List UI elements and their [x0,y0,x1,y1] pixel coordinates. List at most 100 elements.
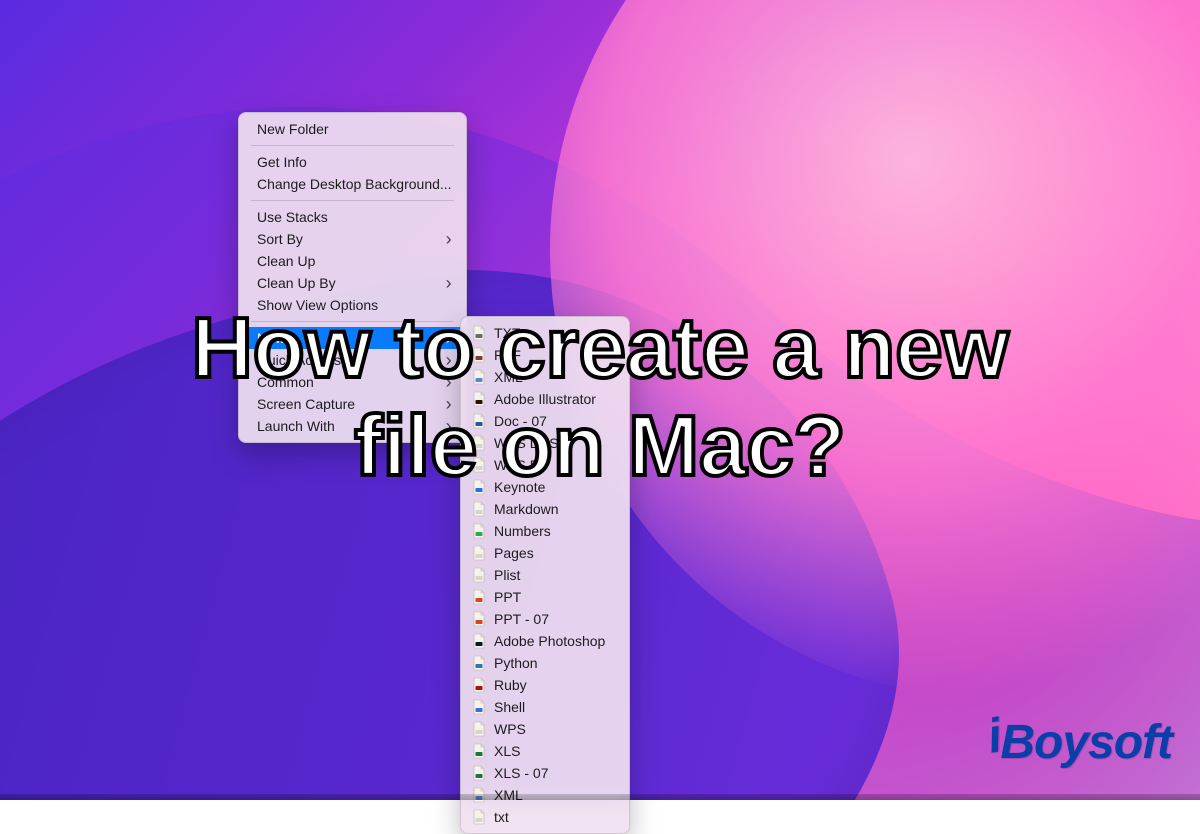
ctx-item-clean-up[interactable]: Clean Up [239,250,466,272]
ctx-item-new[interactable]: New › [239,327,466,349]
submenu-item-label: WPS DPS [494,435,559,451]
python-file-icon [471,655,487,671]
submenu-item-wps-dps[interactable]: WPS DPS [461,432,629,454]
ctx-item-change-desktop-background[interactable]: Change Desktop Background... [239,173,466,195]
chevron-right-icon: › [446,274,452,292]
menu-separator [251,321,454,322]
submenu-item-label: Adobe Illustrator [494,391,596,407]
submenu-item-ppt-07[interactable]: PPT - 07 [461,608,629,630]
submenu-item-adobe-photoshop[interactable]: Adobe Photoshop [461,630,629,652]
submenu-item-txt[interactable]: txt [461,806,629,828]
submenu-item-rtf[interactable]: RTF [461,344,629,366]
ctx-item-sort-by[interactable]: Sort By › [239,228,466,250]
submenu-item-label: Markdown [494,501,559,517]
chevron-right-icon: › [446,373,452,391]
submenu-item-label: Keynote [494,479,545,495]
submenu-item-label: Ruby [494,677,527,693]
ctx-item-label: Common [257,374,428,390]
generic-file-icon [471,457,487,473]
xls-file-icon [471,743,487,759]
submenu-item-label: WPS ET [494,457,548,473]
ctx-item-common[interactable]: Common › [239,371,466,393]
ctx-item-label: Change Desktop Background... [257,176,452,192]
menu-separator [251,200,454,201]
ctx-item-label: Get Info [257,154,452,170]
shell-file-icon [471,699,487,715]
generic-file-icon [471,501,487,517]
keynote-file-icon [471,479,487,495]
submenu-item-keynote[interactable]: Keynote [461,476,629,498]
docx-file-icon [471,413,487,429]
ctx-item-label: Quick Access [257,352,428,368]
submenu-item-markdown[interactable]: Markdown [461,498,629,520]
ctx-item-use-stacks[interactable]: Use Stacks [239,206,466,228]
submenu-item-python[interactable]: Python [461,652,629,674]
submenu-item-label: Pages [494,545,534,561]
ctx-item-label: Clean Up By [257,275,428,291]
submenu-item-label: txt [494,809,509,825]
chevron-right-icon: › [446,351,452,369]
submenu-item-wps[interactable]: WPS [461,718,629,740]
pptx-file-icon [471,611,487,627]
ctx-item-label: Use Stacks [257,209,452,225]
chevron-right-icon: › [446,395,452,413]
submenu-item-wps-et[interactable]: WPS ET [461,454,629,476]
chevron-right-icon: › [446,329,452,347]
submenu-item-shell[interactable]: Shell [461,696,629,718]
submenu-item-doc-07[interactable]: Doc - 07 [461,410,629,432]
submenu-item-ppt[interactable]: PPT [461,586,629,608]
ctx-item-get-info[interactable]: Get Info [239,151,466,173]
rtf-file-icon [471,347,487,363]
ctx-item-screen-capture[interactable]: Screen Capture › [239,393,466,415]
submenu-item-label: XLS [494,743,520,759]
submenu-item-xls[interactable]: XLS [461,740,629,762]
new-file-submenu[interactable]: TXT RTF XML Adobe Illustrator Doc - 07 WPS DP… [460,316,630,834]
ctx-item-quick-access[interactable]: Quick Access › [239,349,466,371]
ppt-file-icon [471,589,487,605]
submenu-item-ruby[interactable]: Ruby [461,674,629,696]
submenu-item-label: Adobe Photoshop [494,633,605,649]
ctx-item-launch-with[interactable]: Launch With › [239,415,466,437]
ai-file-icon [471,391,487,407]
submenu-item-label: Python [494,655,538,671]
dock-edge [0,794,1200,800]
generic-file-icon [471,545,487,561]
submenu-item-label: RTF [494,347,521,363]
submenu-item-label: PPT - 07 [494,611,549,627]
chevron-right-icon: › [446,417,452,435]
generic-file-icon [471,721,487,737]
ruby-file-icon [471,677,487,693]
txt-file-icon [471,325,487,341]
submenu-item-label: TXT [494,325,520,341]
generic-file-icon [471,809,487,825]
ctx-item-new-folder[interactable]: New Folder [239,118,466,140]
ctx-item-clean-up-by[interactable]: Clean Up By › [239,272,466,294]
ctx-item-label: Clean Up [257,253,452,269]
ctx-item-label: Launch With [257,418,428,434]
ctx-item-label: Screen Capture [257,396,428,412]
submenu-item-xls-07[interactable]: XLS - 07 [461,762,629,784]
numbers-file-icon [471,523,487,539]
submenu-item-xml[interactable]: XML [461,366,629,388]
submenu-item-adobe-illustrator[interactable]: Adobe Illustrator [461,388,629,410]
chevron-right-icon: › [446,230,452,248]
submenu-item-numbers[interactable]: Numbers [461,520,629,542]
submenu-item-label: XLS - 07 [494,765,548,781]
submenu-item-label: XML [494,369,523,385]
brand-logo: iBoysoft [988,715,1172,770]
submenu-item-txt[interactable]: TXT [461,322,629,344]
ctx-item-label: New [257,330,428,346]
submenu-item-label: PPT [494,589,521,605]
xlsx-file-icon [471,765,487,781]
ctx-item-label: Sort By [257,231,428,247]
menu-separator [251,145,454,146]
ctx-item-show-view-options[interactable]: Show View Options [239,294,466,316]
submenu-item-label: WPS [494,721,526,737]
desktop-context-menu[interactable]: New Folder Get Info Change Desktop Backgro… [238,112,467,443]
submenu-item-plist[interactable]: Plist [461,564,629,586]
submenu-item-pages[interactable]: Pages [461,542,629,564]
submenu-item-label: Shell [494,699,525,715]
ctx-item-label: Show View Options [257,297,452,313]
psd-file-icon [471,633,487,649]
generic-file-icon [471,435,487,451]
